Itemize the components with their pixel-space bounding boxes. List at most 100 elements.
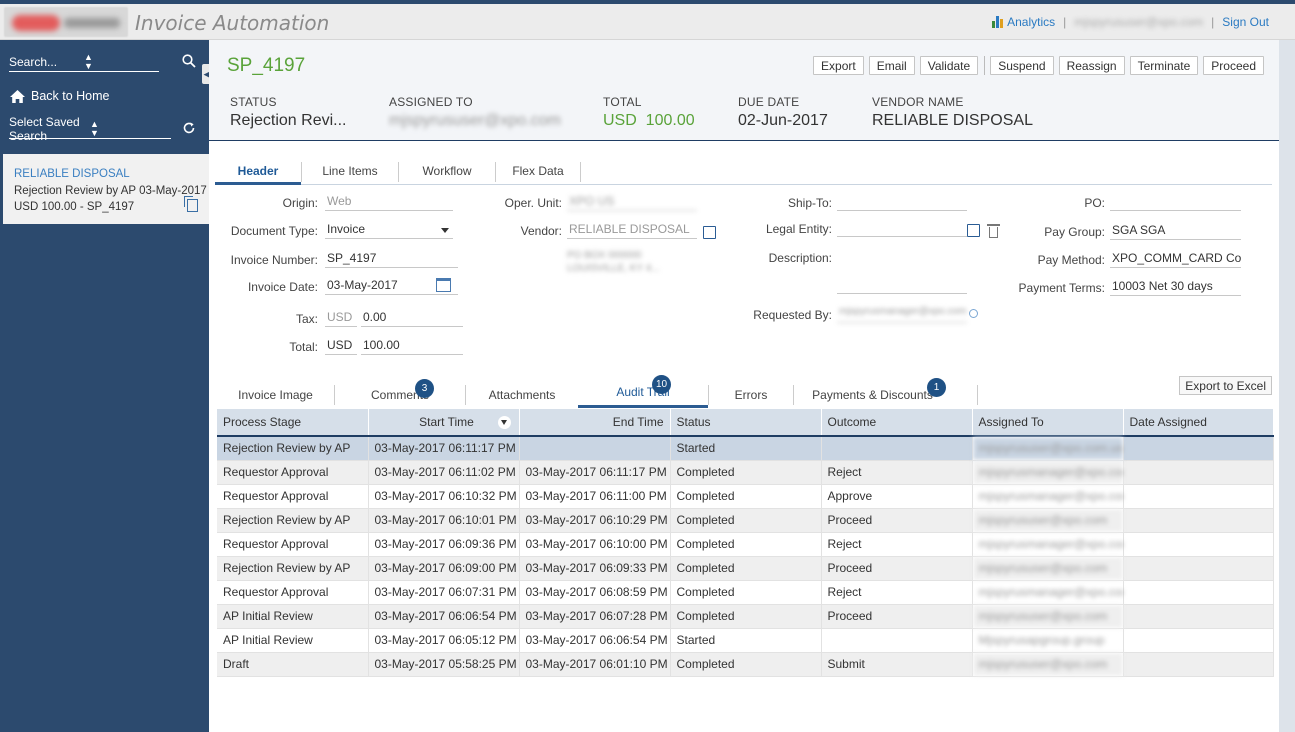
invoice-number-field[interactable]: SP_4197 <box>325 251 458 268</box>
column-header[interactable]: Process Stage <box>217 409 369 437</box>
legal-entity-details-icon[interactable] <box>967 224 980 237</box>
table-row[interactable]: Requestor Approval 03-May-2017 06:11:02 P… <box>217 460 1274 485</box>
table-cell: mjspyrususer@xpo.com.user <box>972 436 1124 461</box>
top-bar: Invoice Automation Analytics | mjspyrusu… <box>0 4 1295 40</box>
table-cell: 03-May-2017 05:58:25 PM <box>368 652 520 677</box>
main-panel: SP_4197 Export Email Validate Suspend Re… <box>209 40 1279 732</box>
table-cell: Completed <box>670 556 822 581</box>
table-cell: mjspyrusmanager@xpo.com <box>972 580 1124 605</box>
table-row[interactable]: Draft 03-May-2017 05:58:25 PM 03-May-2017 … <box>217 652 1274 677</box>
po-field[interactable] <box>1110 194 1241 211</box>
pay-method-field[interactable]: XPO_COMM_CARD Comm <box>1110 251 1241 268</box>
column-header-label: Start Time <box>419 415 474 429</box>
description-field[interactable] <box>837 277 967 294</box>
tab-invoice-image[interactable]: Invoice Image <box>217 383 334 408</box>
calendar-icon[interactable] <box>436 278 451 292</box>
column-header[interactable]: Outcome <box>821 409 973 437</box>
tab-audit-trail[interactable]: Audit Trail <box>578 383 708 408</box>
requested-by-field[interactable]: mjspyrusmanager@xpo.com <box>837 306 967 323</box>
column-header[interactable]: Start Time <box>368 409 520 437</box>
tab-comments[interactable]: Comments <box>335 383 465 408</box>
app-title: Invoice Automation <box>135 11 330 35</box>
table-cell: Reject <box>821 580 973 605</box>
vendor-address-line1: PO BOX 000000 <box>567 250 642 261</box>
pay-group-field[interactable]: SGA SGA <box>1110 223 1241 240</box>
table-row[interactable]: Requestor Approval 03-May-2017 06:09:36 P… <box>217 532 1274 557</box>
search-icon[interactable] <box>969 309 978 318</box>
table-cell: 03-May-2017 06:09:00 PM <box>368 556 520 581</box>
table-cell: 03-May-2017 06:10:29 PM <box>519 508 671 533</box>
table-cell: 03-May-2017 06:08:59 PM <box>519 580 671 605</box>
sort-descending-icon[interactable] <box>497 416 511 429</box>
table-cell <box>519 436 671 461</box>
column-header[interactable]: Date Assigned <box>1123 409 1274 437</box>
table-cell: Started <box>670 436 822 461</box>
table-cell: 03-May-2017 06:06:54 PM <box>519 628 671 653</box>
table-row[interactable]: Rejection Review by AP 03-May-2017 06:10:… <box>217 508 1274 533</box>
total-currency: USD <box>325 338 357 355</box>
table-row[interactable]: AP Initial Review 03-May-2017 06:06:54 PM… <box>217 604 1274 629</box>
card-status: Rejection Review by AP 03-May-2017 <box>14 184 207 197</box>
table-row[interactable]: Rejection Review by AP 03-May-2017 06:11:… <box>217 436 1274 461</box>
oper-unit-label: Oper. Unit: <box>504 196 562 210</box>
total-field[interactable]: 100.00 <box>361 338 463 355</box>
table-cell: 03-May-2017 06:06:54 PM <box>368 604 520 629</box>
payment-terms-field[interactable]: 10003 Net 30 days <box>1110 279 1241 296</box>
table-cell: Completed <box>670 460 822 485</box>
search-icon[interactable] <box>182 54 196 71</box>
analytics-link[interactable]: Analytics <box>992 15 1055 29</box>
right-gutter <box>1279 40 1295 732</box>
trash-icon[interactable] <box>987 224 1000 238</box>
sign-out-link[interactable]: Sign Out <box>1222 15 1269 29</box>
table-cell: 03-May-2017 06:10:32 PM <box>368 484 520 509</box>
copy-icon[interactable] <box>184 196 198 212</box>
company-logo <box>4 7 128 37</box>
table-cell: Completed <box>670 652 822 677</box>
table-row[interactable]: Requestor Approval 03-May-2017 06:07:31 P… <box>217 580 1274 605</box>
table-cell: 03-May-2017 06:05:12 PM <box>368 628 520 653</box>
table-cell: Rejection Review by AP <box>217 436 369 461</box>
back-to-home-link[interactable]: Back to Home <box>9 89 110 103</box>
column-header[interactable]: Status <box>670 409 822 437</box>
saved-search-select[interactable]: Select Saved Search ▲ ▼ <box>9 115 171 143</box>
invoice-card[interactable]: RELIABLE DISPOSAL Rejection Review by AP… <box>3 154 209 224</box>
tax-currency: USD <box>325 310 357 327</box>
table-cell: Completed <box>670 484 822 509</box>
table-cell: mjspyrususer@xpo.com <box>972 508 1124 533</box>
table-cell: 03-May-2017 06:01:10 PM <box>519 652 671 677</box>
saved-search-label: Select Saved Search <box>9 115 80 143</box>
bottom-tabs: Invoice Image Comments 3 Attachments Aud… <box>217 373 1272 408</box>
table-cell: mjspyrususer@xpo.com <box>972 604 1124 629</box>
table-cell <box>1123 532 1274 557</box>
table-cell: AP Initial Review <box>217 604 369 629</box>
tax-field[interactable]: 0.00 <box>361 310 463 327</box>
origin-label: Origin: <box>282 196 318 210</box>
legal-entity-field[interactable] <box>837 220 967 237</box>
ship-to-field[interactable] <box>837 194 967 211</box>
table-cell: Proceed <box>821 604 973 629</box>
table-row[interactable]: Requestor Approval 03-May-2017 06:10:32 P… <box>217 484 1274 509</box>
table-cell: 03-May-2017 06:07:28 PM <box>519 604 671 629</box>
document-type-select[interactable]: Invoice <box>325 222 453 239</box>
separator: | <box>1063 15 1067 29</box>
invoice-date-label: Invoice Date: <box>247 280 318 294</box>
column-header[interactable]: Assigned To <box>972 409 1124 437</box>
column-header[interactable]: End Time <box>519 409 671 437</box>
table-row[interactable]: AP Initial Review 03-May-2017 06:05:12 PM… <box>217 628 1274 653</box>
table-cell: Requestor Approval <box>217 484 369 509</box>
vendor-field[interactable]: RELIABLE DISPOSAL <box>567 222 697 239</box>
top-links: Analytics | mjspyrususer@xpo.com | Sign … <box>992 15 1269 29</box>
refresh-icon[interactable] <box>182 121 196 138</box>
table-row[interactable]: Rejection Review by AP 03-May-2017 06:09:… <box>217 556 1274 581</box>
total-label: Total: <box>289 340 318 354</box>
tab-errors[interactable]: Errors <box>709 383 793 408</box>
tab-attachments[interactable]: Attachments <box>466 383 578 408</box>
table-cell <box>1123 580 1274 605</box>
vendor-details-icon[interactable] <box>703 226 716 239</box>
search-input[interactable]: Search... ▲ ▼ <box>9 52 159 72</box>
table-cell: mjspyrususer@xpo.com <box>972 652 1124 677</box>
table-cell: Completed <box>670 532 822 557</box>
table-cell: 03-May-2017 06:11:17 PM <box>519 460 671 485</box>
export-to-excel-button[interactable]: Export to Excel <box>1179 376 1272 395</box>
vendor-label: Vendor: <box>520 224 562 238</box>
